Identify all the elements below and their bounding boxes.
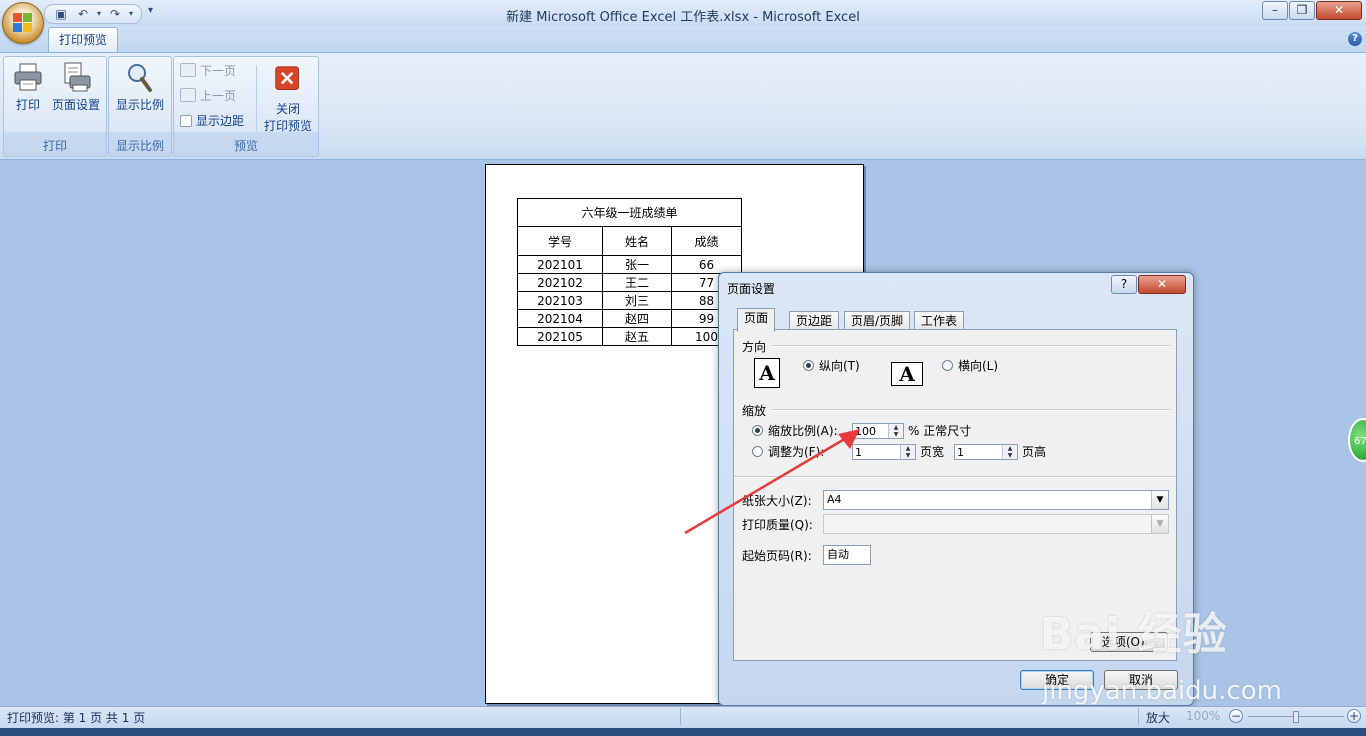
fit-to-label[interactable]: 调整为(F): <box>768 443 824 460</box>
orientation-label: 方向 <box>742 340 767 354</box>
spinner-arrows-icon[interactable]: ▲ ▼ <box>888 424 903 438</box>
print-button[interactable]: 打印 <box>8 59 48 113</box>
divider <box>772 345 1170 347</box>
portrait-radio[interactable] <box>803 360 814 371</box>
taskbar <box>0 728 1366 736</box>
header-cell: 姓名 <box>602 226 672 256</box>
divider <box>772 409 1170 411</box>
table-row: 202104 赵四 99 <box>517 309 742 328</box>
percent-suffix: % 正常尺寸 <box>908 424 972 438</box>
header-cell: 成绩 <box>671 226 742 256</box>
checkbox-icon <box>180 115 192 127</box>
zoom-percent[interactable]: 100% <box>1186 709 1220 723</box>
group-preview: 下一页 上一页 显示边距 关闭 打印预览 预览 <box>173 56 319 157</box>
office-button[interactable] <box>2 2 44 44</box>
window-title: 新建 Microsoft Office Excel 工作表.xlsx - Mic… <box>506 10 860 25</box>
pages-wide-input[interactable]: 1 ▲ ▼ <box>852 444 916 460</box>
pages-tall-label: 页高 <box>1022 445 1047 459</box>
paper-size-select[interactable]: A4 ▼ <box>823 490 1169 510</box>
landscape-icon: A <box>891 362 923 386</box>
show-margins-checkbox[interactable]: 显示边距 <box>180 111 244 131</box>
print-quality-label: 打印质量(Q): <box>742 518 813 532</box>
prev-page-button[interactable]: 上一页 <box>180 86 236 106</box>
close-window-button[interactable]: ✕ <box>1316 1 1362 20</box>
prev-page-icon <box>180 88 196 102</box>
minimize-button[interactable]: – <box>1262 1 1288 20</box>
dialog-title: 页面设置 <box>727 282 776 296</box>
pages-tall-input[interactable]: 1 ▲ ▼ <box>954 444 1018 460</box>
group-zoom: 显示比例 显示比例 <box>108 56 172 157</box>
next-page-button[interactable]: 下一页 <box>180 61 236 81</box>
table-row: 202101 张一 66 <box>517 255 742 274</box>
zoom-slider-thumb[interactable] <box>1293 711 1299 723</box>
landscape-label[interactable]: 横向(L) <box>958 357 998 374</box>
zoom-label[interactable]: 放大 <box>1146 709 1170 726</box>
spinner-arrows-icon[interactable]: ▲ ▼ <box>900 445 915 459</box>
paper-size-label: 纸张大小(Z): <box>742 494 812 508</box>
status-divider <box>680 708 681 725</box>
zoom-out-button[interactable]: − <box>1229 709 1243 723</box>
office-logo-icon <box>13 13 33 33</box>
scale-percent-input[interactable]: 100 ▲ ▼ <box>852 423 904 439</box>
close-preview-icon <box>275 66 299 90</box>
table-title: 六年级一班成绩单 <box>517 198 742 227</box>
help-icon[interactable]: ? <box>1348 32 1362 46</box>
next-page-icon <box>180 63 196 77</box>
first-page-number-label: 起始页码(R): <box>742 549 812 563</box>
zoom-button[interactable]: 显示比例 <box>113 59 167 113</box>
maximize-button[interactable]: ❐ <box>1289 1 1315 20</box>
side-badge[interactable]: 67 <box>1348 418 1366 462</box>
table-row: 202103 刘三 88 <box>517 291 742 310</box>
fit-to-radio[interactable] <box>752 446 763 457</box>
ribbon-tab-row <box>0 26 1366 52</box>
zoom-in-button[interactable]: + <box>1347 709 1361 723</box>
divider <box>734 476 1176 478</box>
status-divider <box>1138 708 1139 725</box>
print-quality-select: ▼ <box>823 514 1169 534</box>
portrait-icon: A <box>754 358 780 388</box>
first-page-number-input[interactable]: 自动 <box>823 545 871 565</box>
dialog-close-button[interactable]: ✕ <box>1138 275 1186 294</box>
score-table: 六年级一班成绩单 学号 姓名 成绩 202101 张一 66 202102 王二 77 … <box>517 198 742 346</box>
page-setup-icon <box>64 62 91 92</box>
adjust-to-label[interactable]: 缩放比例(A): <box>768 422 838 439</box>
tab-print-preview[interactable]: 打印预览 <box>48 27 118 53</box>
magnifier-icon <box>128 64 152 92</box>
adjust-to-radio[interactable] <box>752 425 763 436</box>
group-zoom-label: 显示比例 <box>115 139 164 153</box>
dialog-help-button[interactable]: ? <box>1111 275 1137 294</box>
chevron-down-icon[interactable]: ▼ <box>1151 491 1168 509</box>
status-text: 打印预览: 第 1 页 共 1 页 <box>7 711 146 725</box>
pages-wide-label: 页宽 <box>920 445 945 459</box>
group-print-label: 打印 <box>42 139 67 153</box>
group-separator <box>256 65 257 131</box>
table-row: 202105 赵五 100 <box>517 327 742 346</box>
table-row: 202102 王二 77 <box>517 273 742 292</box>
group-preview-label: 预览 <box>233 139 258 153</box>
portrait-label[interactable]: 纵向(T) <box>819 357 860 374</box>
watermark-url: jingyan.baidu.com <box>1042 676 1282 706</box>
chevron-down-icon: ▼ <box>1151 515 1168 533</box>
spinner-arrows-icon[interactable]: ▲ ▼ <box>1002 445 1017 459</box>
watermark: Bai 经验 <box>1040 609 1228 660</box>
printer-icon <box>14 63 42 91</box>
tab-page[interactable]: 页面 <box>737 308 776 332</box>
scaling-label: 缩放 <box>742 404 767 418</box>
page-setup-button[interactable]: 页面设置 <box>48 59 104 113</box>
close-print-preview-button[interactable]: 关闭 打印预览 <box>260 59 316 134</box>
landscape-radio[interactable] <box>942 360 953 371</box>
group-print: 打印 页面设置 打印 <box>3 56 107 157</box>
header-cell: 学号 <box>517 226 603 256</box>
